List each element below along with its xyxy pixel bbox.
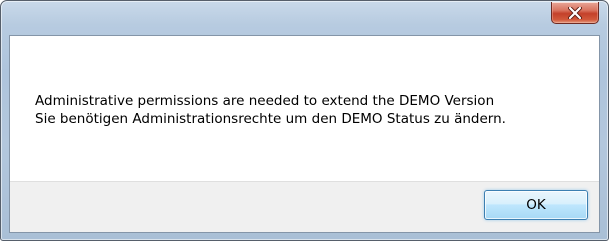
close-icon bbox=[568, 6, 582, 19]
title-bar[interactable] bbox=[1, 1, 608, 35]
close-button[interactable] bbox=[551, 2, 599, 24]
dialog-window: Administrative permissions are needed to… bbox=[0, 0, 609, 241]
message-line-english: Administrative permissions are needed to… bbox=[35, 93, 495, 109]
button-bar: OK bbox=[10, 181, 599, 232]
ok-button[interactable]: OK bbox=[484, 190, 588, 220]
message-line-german: Sie benötigen Administrationsrechte um d… bbox=[35, 111, 506, 127]
message-text: Administrative permissions are needed to… bbox=[35, 92, 506, 128]
dialog-content: Administrative permissions are needed to… bbox=[9, 35, 600, 233]
